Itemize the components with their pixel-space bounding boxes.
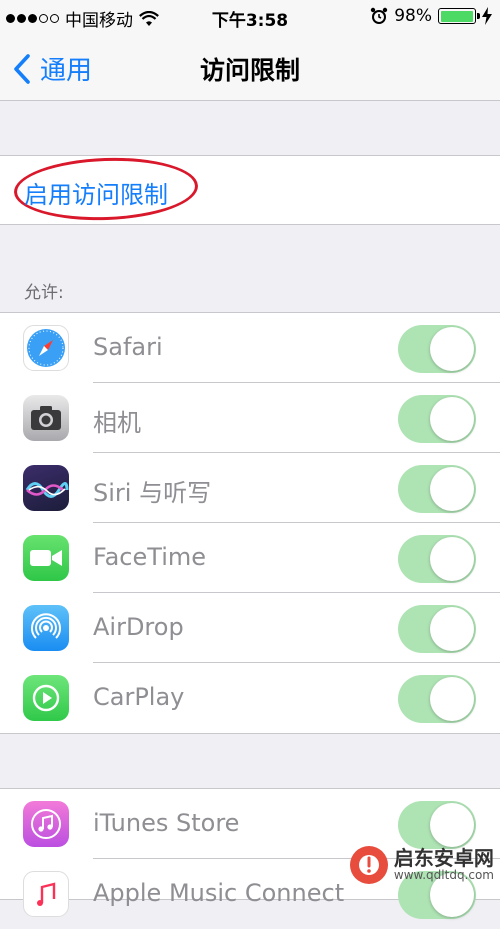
enable-restrictions-cell[interactable]: 启用访问限制 [0, 154, 500, 225]
list-item-facetime: FaceTime [0, 523, 500, 593]
allowed-apps-list: Safari 相机 Siri 与听写 FaceTime AirDrop CarP… [0, 312, 500, 734]
camera-icon [23, 395, 69, 441]
facetime-icon [23, 535, 69, 581]
list-item-siri: Siri 与听写 [0, 453, 500, 523]
itunes-icon [23, 801, 69, 847]
itunes-toggle[interactable] [398, 801, 476, 849]
app-label: FaceTime [93, 543, 207, 571]
app-label: Apple Music Connect [93, 879, 345, 907]
app-label: AirDrop [93, 613, 184, 641]
list-item-camera: 相机 [0, 383, 500, 453]
app-label: Siri 与听写 [93, 479, 212, 507]
watermark: 启东安卓网 www.qdltdq.com [349, 846, 494, 884]
siri-icon [23, 465, 69, 511]
app-label: CarPlay [93, 683, 185, 711]
alarm-icon [371, 7, 388, 24]
navigation-bar: 通用 访问限制 [0, 34, 500, 101]
allow-section-header: 允许: [24, 283, 64, 303]
siri-toggle[interactable] [398, 465, 476, 513]
status-bar: 中国移动 下午3:58 98% [0, 0, 500, 34]
watermark-sub: www.qdltdq.com [393, 868, 494, 883]
watermark-logo-icon [349, 846, 388, 884]
app-label: Safari [93, 333, 163, 361]
facetime-toggle[interactable] [398, 535, 476, 583]
app-label: iTunes Store [93, 809, 240, 837]
safari-icon [23, 325, 69, 371]
watermark-main: 启东安卓网 [393, 846, 494, 871]
list-item-carplay: CarPlay [0, 663, 500, 733]
battery-percent: 98% [394, 6, 432, 26]
airdrop-icon [23, 605, 69, 651]
airdrop-toggle[interactable] [398, 605, 476, 653]
app-label: 相机 [93, 409, 141, 437]
carplay-icon [23, 675, 69, 721]
safari-toggle[interactable] [398, 325, 476, 373]
battery-icon [438, 8, 480, 24]
carplay-toggle[interactable] [398, 675, 476, 723]
enable-restrictions-label: 启用访问限制 [24, 181, 168, 209]
status-right: 98% [370, 6, 492, 26]
music-icon [23, 871, 69, 917]
list-item-safari: Safari [0, 313, 500, 383]
page-title: 访问限制 [199, 56, 300, 85]
camera-toggle[interactable] [398, 395, 476, 443]
charging-icon [482, 7, 492, 25]
list-item-airdrop: AirDrop [0, 593, 500, 663]
